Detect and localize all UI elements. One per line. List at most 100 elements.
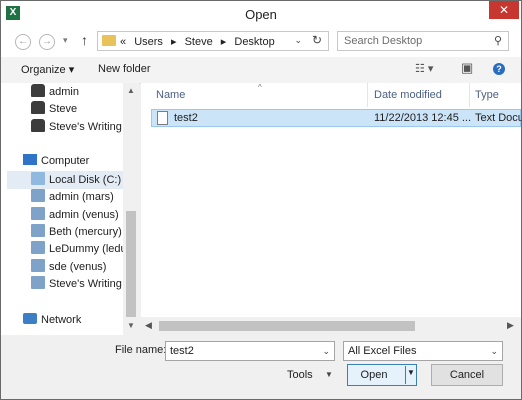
- sidebar-item-steves-writing[interactable]: Steve's Writing: [31, 119, 122, 136]
- file-list: ^ Name Date modified Type test2 11/22/20…: [141, 83, 522, 317]
- preview-pane-icon[interactable]: ▣: [461, 60, 473, 76]
- sidebar-item-label: Beth (mercury): [49, 226, 122, 238]
- table-row[interactable]: test2 11/22/2013 12:45 ... Text Docu: [151, 109, 522, 127]
- sidebar-item-label: LeDummy (ledur: [49, 243, 131, 255]
- user-icon: [31, 84, 45, 97]
- forward-button[interactable]: →: [39, 34, 55, 50]
- file-type-dropdown-icon[interactable]: ⌄: [490, 346, 498, 357]
- network-drive-icon: [31, 189, 45, 202]
- file-name-field[interactable]: test2 ⌄: [165, 341, 335, 361]
- sidebar-item-label: Network: [41, 314, 82, 326]
- change-view-icon[interactable]: ☷ ▾: [415, 62, 433, 75]
- breadcrumb-separator[interactable]: ▸: [171, 36, 177, 48]
- address-dropdown-icon[interactable]: ⌄: [294, 35, 302, 46]
- scroll-right-icon[interactable]: ▶: [507, 320, 514, 331]
- up-folder-button[interactable]: ↑: [81, 32, 88, 48]
- breadcrumb-separator[interactable]: ▸: [221, 36, 227, 48]
- folder-icon: [102, 35, 116, 46]
- user-icon: [31, 101, 45, 114]
- column-divider[interactable]: [367, 83, 368, 107]
- sidebar-item-label: sde (venus): [49, 261, 107, 273]
- sidebar-item-label: admin (venus): [49, 209, 119, 221]
- network-icon: [23, 313, 37, 324]
- breadcrumb-users[interactable]: Users: [134, 36, 163, 48]
- dialog-footer: File name: test2 ⌄ All Excel Files ⌄ Too…: [1, 335, 521, 399]
- sidebar-item-steve[interactable]: Steve: [31, 101, 77, 118]
- breadcrumb-overflow[interactable]: «: [120, 36, 126, 48]
- file-type-value: All Excel Files: [348, 345, 417, 357]
- sidebar-item-computer[interactable]: Computer: [23, 153, 89, 170]
- address-bar[interactable]: « Users ▸ Steve ▸ Desktop ⌄ ↻: [97, 31, 329, 51]
- column-header-name[interactable]: Name: [156, 89, 185, 101]
- file-name-label: File name:: [115, 344, 167, 356]
- open-split-divider: [405, 366, 406, 384]
- breadcrumb-steve[interactable]: Steve: [185, 36, 213, 48]
- sidebar-item-label: Steve's Writing: [49, 121, 122, 133]
- search-icon[interactable]: ⚲: [494, 34, 502, 47]
- date-modified-cell: 11/22/2013 12:45 ...: [374, 112, 472, 124]
- search-input[interactable]: Search Desktop ⚲: [337, 31, 509, 51]
- hard-drive-icon: [31, 172, 45, 185]
- file-list-scrollbar[interactable]: ◀ ▶: [141, 317, 521, 335]
- dialog-title: Open: [245, 7, 277, 22]
- sidebar-item-label: admin: [49, 86, 79, 98]
- sidebar-item-label: Steve's Writing (r: [49, 278, 133, 290]
- sort-indicator-icon: ^: [258, 83, 262, 92]
- navigation-bar: ← → ▾ ↑ « Users ▸ Steve ▸ Desktop ⌄ ↻ Se…: [1, 27, 521, 57]
- back-button[interactable]: ←: [15, 34, 31, 50]
- new-folder-button[interactable]: New folder: [98, 63, 151, 75]
- sidebar-item-ledummy[interactable]: LeDummy (ledur: [31, 241, 130, 258]
- sidebar-item-local-disk[interactable]: Local Disk (C:): [31, 172, 121, 189]
- close-button[interactable]: ✕: [489, 1, 519, 19]
- sidebar-scrollbar[interactable]: ▲ ▼: [123, 83, 139, 335]
- sidebar-item-beth-mercury[interactable]: Beth (mercury): [31, 224, 122, 241]
- help-icon[interactable]: ?: [493, 63, 505, 75]
- computer-icon: [23, 154, 37, 165]
- network-drive-icon: [31, 224, 45, 237]
- open-button-label: Open: [360, 369, 388, 381]
- tools-button[interactable]: Tools: [287, 369, 313, 381]
- network-drive-icon: [31, 241, 45, 254]
- column-header-type[interactable]: Type: [475, 89, 499, 101]
- sidebar-item-admin[interactable]: admin: [31, 84, 79, 101]
- sidebar-item-label: Computer: [41, 155, 90, 167]
- sidebar-item-steves-writing-drive[interactable]: Steve's Writing (r: [31, 276, 132, 293]
- file-name-dropdown-icon[interactable]: ⌄: [322, 346, 330, 357]
- sidebar-item-admin-venus[interactable]: admin (venus): [31, 207, 119, 224]
- network-drive-icon: [31, 207, 45, 220]
- sidebar-item-sde-venus[interactable]: sde (venus): [31, 259, 106, 276]
- open-dialog: X Open ✕ ← → ▾ ↑ « Users ▸ Steve ▸ Deskt…: [0, 0, 522, 400]
- file-type-select[interactable]: All Excel Files ⌄: [343, 341, 503, 361]
- scroll-left-icon[interactable]: ◀: [145, 320, 152, 331]
- column-header-date-modified[interactable]: Date modified: [374, 89, 442, 101]
- recent-locations-icon[interactable]: ▾: [63, 35, 68, 46]
- navigation-pane: admin Steve Steve's Writing Computer Loc…: [1, 83, 139, 335]
- sidebar-item-admin-mars[interactable]: admin (mars): [31, 189, 114, 206]
- file-name-value: test2: [170, 345, 194, 357]
- command-toolbar: Organize ▾ New folder ☷ ▾ ▣ ?: [1, 57, 521, 84]
- scroll-down-icon[interactable]: ▼: [123, 321, 139, 330]
- sidebar-item-label: Local Disk (C:): [49, 174, 122, 186]
- scroll-up-icon[interactable]: ▲: [123, 86, 139, 95]
- network-drive-icon: [31, 259, 45, 272]
- network-drive-icon: [31, 276, 45, 289]
- search-placeholder: Search Desktop: [344, 35, 423, 47]
- file-name-cell: test2: [174, 112, 198, 124]
- column-divider[interactable]: [469, 83, 470, 107]
- open-dropdown-icon[interactable]: ▼: [407, 368, 415, 377]
- refresh-icon[interactable]: ↻: [312, 33, 322, 47]
- scrollbar-thumb[interactable]: [126, 211, 136, 317]
- breadcrumb: « Users ▸ Steve ▸ Desktop: [120, 35, 280, 48]
- sidebar-item-label: Steve: [49, 103, 78, 115]
- organize-button[interactable]: Organize ▾: [21, 63, 74, 76]
- cancel-button[interactable]: Cancel: [431, 364, 503, 386]
- user-icon: [31, 119, 45, 132]
- scrollbar-thumb[interactable]: [159, 321, 415, 331]
- tools-dropdown-icon[interactable]: ▼: [325, 370, 333, 379]
- breadcrumb-desktop[interactable]: Desktop: [234, 36, 274, 48]
- file-type-cell: Text Docu: [475, 112, 522, 124]
- text-document-icon: [157, 111, 168, 125]
- title-bar: X Open ✕: [1, 1, 521, 27]
- sidebar-item-network[interactable]: Network: [23, 312, 81, 329]
- sidebar-item-label: admin (mars): [49, 191, 114, 203]
